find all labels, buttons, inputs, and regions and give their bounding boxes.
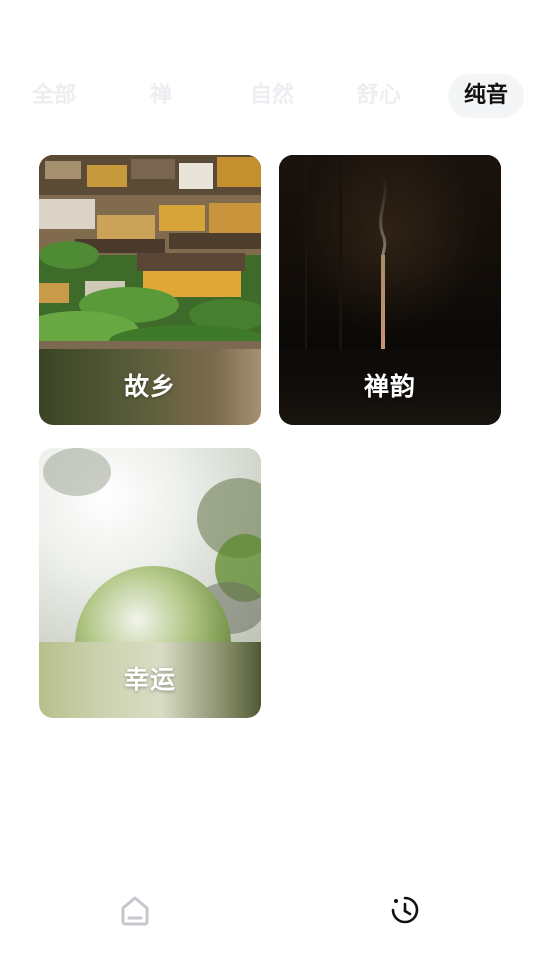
tab-nature[interactable]: 自然 xyxy=(242,74,302,118)
card-image xyxy=(279,155,501,351)
sound-card-hometown[interactable]: 故乡 xyxy=(39,155,261,425)
incense-illustration xyxy=(305,155,387,351)
tab-soothing[interactable]: 舒心 xyxy=(349,74,409,118)
nav-sleep-timer-button[interactable] xyxy=(379,892,431,940)
tab-all[interactable]: 全部 xyxy=(24,74,84,118)
bottom-navigation xyxy=(0,880,540,950)
sound-card-zen-rhyme[interactable]: 禅韵 xyxy=(279,155,501,425)
app-screen: 全部 禅 自然 舒心 纯音 故乡 禅韵 幸运 xyxy=(0,0,540,960)
category-tabs: 全部 禅 自然 舒心 纯音 xyxy=(16,74,526,118)
sound-card-luck[interactable]: 幸运 xyxy=(39,448,261,718)
card-image xyxy=(39,448,261,718)
card-image xyxy=(39,155,261,357)
tab-pure-music[interactable]: 纯音 xyxy=(448,74,524,118)
nav-home-button[interactable] xyxy=(109,892,161,940)
card-title: 故乡 xyxy=(123,372,176,401)
tab-zen[interactable]: 禅 xyxy=(141,74,181,118)
card-title: 幸运 xyxy=(123,665,176,694)
crystal-ball-illustration xyxy=(43,448,261,718)
home-icon xyxy=(121,896,149,926)
village-illustration xyxy=(39,155,261,357)
card-title: 禅韵 xyxy=(363,372,416,401)
sleep-timer-icon xyxy=(391,896,419,924)
